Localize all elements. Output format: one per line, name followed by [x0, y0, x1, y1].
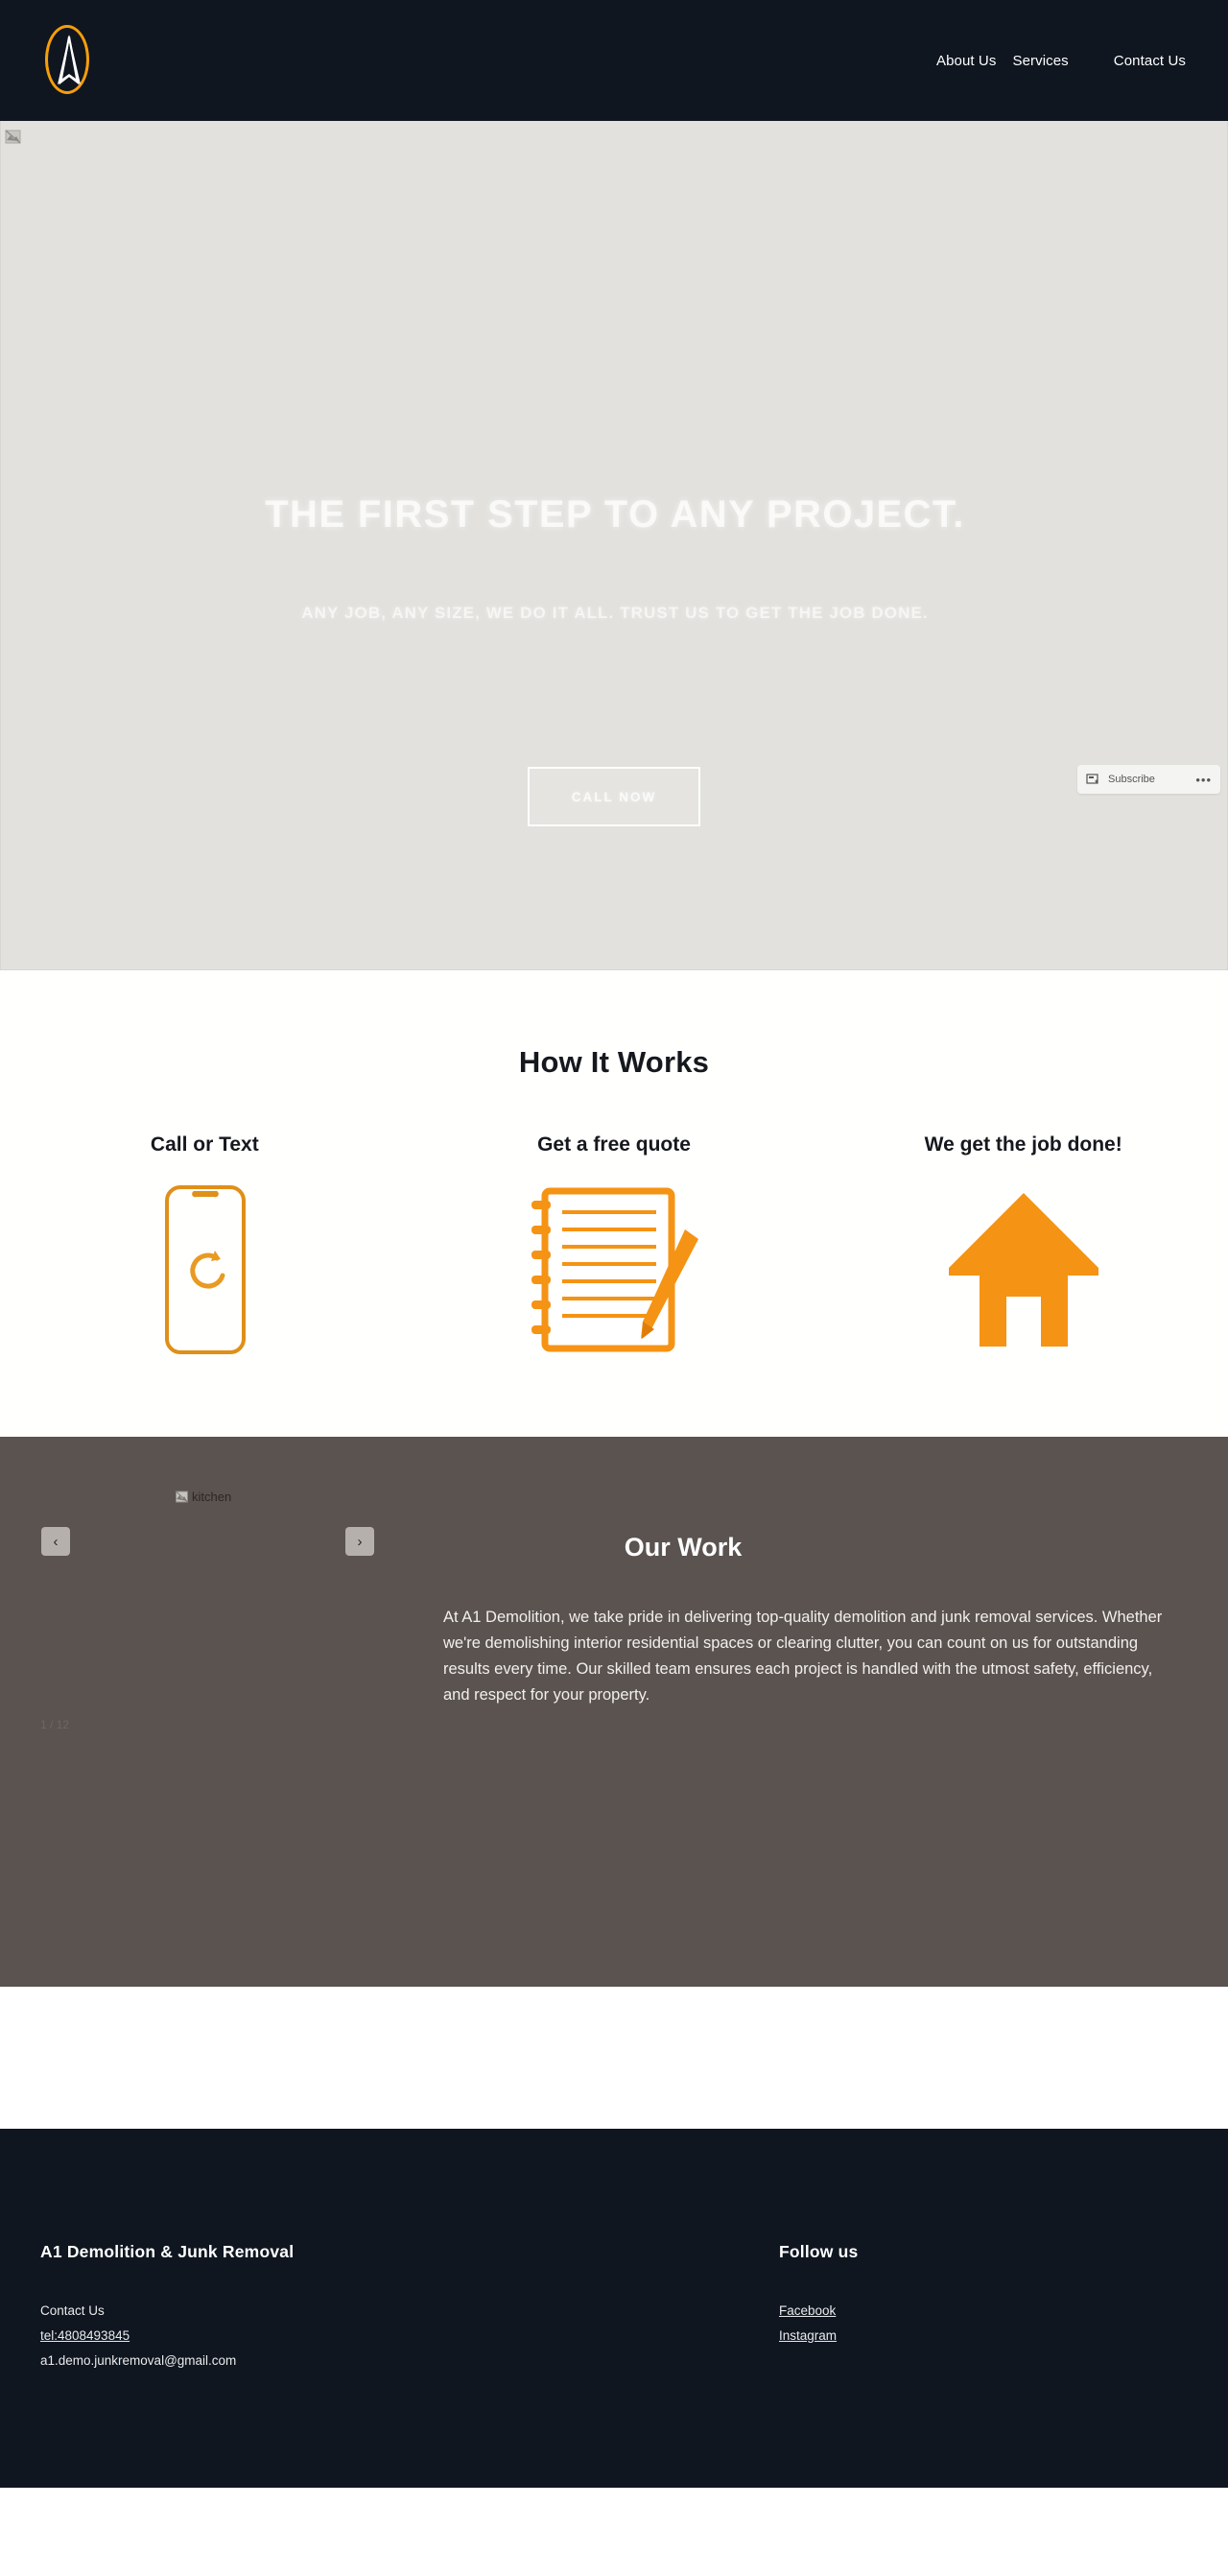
- step-icon-wrap: [410, 1183, 819, 1356]
- step-label: Get a free quote: [537, 1133, 691, 1156]
- step-we-get-the-job-done: We get the job done!: [818, 1133, 1228, 1356]
- hero-section: THE FIRST STEP TO ANY PROJECT. ANY JOB, …: [0, 121, 1228, 970]
- footer-columns: A1 Demolition & Junk Removal Contact Us …: [0, 2242, 1228, 2378]
- broken-image-icon: [176, 1491, 188, 1502]
- step-icon-wrap: [0, 1183, 410, 1356]
- footer-link-facebook[interactable]: Facebook: [779, 2303, 836, 2318]
- our-work-copy: Our Work At A1 Demolition, we take pride…: [443, 1533, 1172, 1708]
- youtube-subscribe-icon: [1086, 773, 1098, 784]
- footer-social-links: Facebook Instagram: [779, 2303, 859, 2343]
- step-label: Call or Text: [150, 1133, 259, 1156]
- main-nav: About Us Services Contact Us: [0, 53, 1228, 69]
- our-work-title: Our Work: [624, 1533, 743, 1562]
- step-label: We get the job done!: [924, 1133, 1122, 1156]
- footer-contact-block: Contact Us tel:4808493845 a1.demo.junkre…: [40, 2303, 779, 2368]
- work-gallery: kitchen ‹ › 1 / 12: [0, 1437, 428, 1987]
- house-icon: [948, 1193, 1098, 1347]
- footer-column-social: Follow us Facebook Instagram: [779, 2242, 859, 2378]
- gallery-prev-button[interactable]: ‹: [41, 1527, 70, 1556]
- nav-contact-us[interactable]: Contact Us: [1114, 53, 1186, 69]
- footer-contact-label: Contact Us: [40, 2303, 105, 2318]
- gallery-image-alt-text: kitchen: [192, 1490, 232, 1504]
- section-divider: [0, 1987, 1228, 2129]
- nav-services[interactable]: Services: [1012, 53, 1068, 69]
- footer-brand-heading: A1 Demolition & Junk Removal: [40, 2242, 295, 2261]
- video-subscribe-overlay[interactable]: Subscribe •••: [1077, 765, 1220, 794]
- footer-social-heading: Follow us: [779, 2242, 859, 2261]
- subscribe-label: Subscribe: [1108, 774, 1155, 785]
- mobile-phone-icon: [165, 1185, 247, 1354]
- site-header: About Us Services Contact Us: [0, 0, 1228, 121]
- footer-email-text: a1.demo.junkremoval@gmail.com: [40, 2353, 237, 2368]
- nav-about-us[interactable]: About Us: [936, 53, 997, 69]
- step-call-or-text: Call or Text: [0, 1133, 410, 1356]
- hero-content: THE FIRST STEP TO ANY PROJECT. ANY JOB, …: [1, 121, 1227, 969]
- how-it-works-title: How It Works: [518, 1045, 710, 1079]
- hero-subtitle: ANY JOB, ANY SIZE, WE DO IT ALL. TRUST U…: [301, 604, 929, 622]
- call-now-button[interactable]: CALL NOW: [528, 767, 700, 826]
- gallery-slide-counter: 1 / 12: [40, 1718, 70, 1731]
- footer-phone-link[interactable]: tel:4808493845: [40, 2328, 130, 2343]
- step-icon-wrap: [818, 1183, 1228, 1356]
- gallery-next-button[interactable]: ›: [345, 1527, 374, 1556]
- our-work-body: At A1 Demolition, we take pride in deliv…: [443, 1609, 1163, 1705]
- footer-column-brand: A1 Demolition & Junk Removal Contact Us …: [40, 2242, 779, 2378]
- step-get-a-free-quote: Get a free quote: [410, 1133, 819, 1356]
- site-footer: A1 Demolition & Junk Removal Contact Us …: [0, 2129, 1228, 2488]
- footer-link-instagram[interactable]: Instagram: [779, 2328, 837, 2343]
- how-it-works-steps: Call or Text Get a free quote We get the…: [0, 1133, 1228, 1356]
- gallery-image-placeholder[interactable]: kitchen: [176, 1490, 231, 1504]
- video-more-menu[interactable]: •••: [1195, 773, 1212, 787]
- hero-title: THE FIRST STEP TO ANY PROJECT.: [265, 493, 965, 536]
- how-it-works-section: How It Works Call or Text Get a free quo…: [0, 970, 1228, 1437]
- our-work-section: kitchen ‹ › 1 / 12 Our Work At A1 Demoli…: [0, 1437, 1228, 1987]
- notepad-pencil-icon: [531, 1187, 698, 1352]
